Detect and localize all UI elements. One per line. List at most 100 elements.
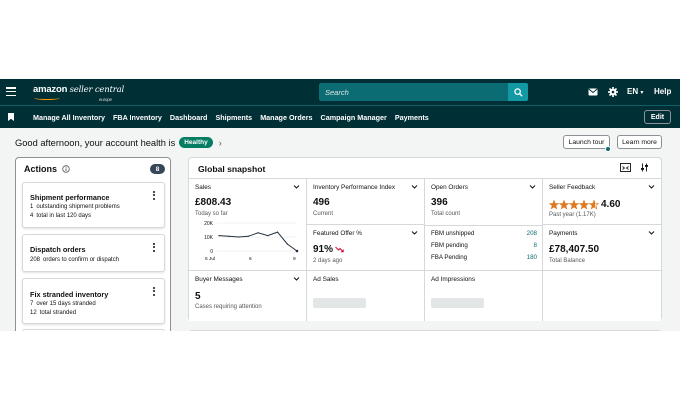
global-snapshot-panel: Global snapshot Sales £808.43 Today so f… — [188, 157, 662, 321]
launch-tour-button[interactable]: Launch tour — [563, 135, 610, 149]
chevron-down-icon[interactable] — [411, 183, 418, 190]
actions-panel: Actions 8 Shipment performance 1 outstand… — [15, 157, 171, 331]
line-count: 1 — [30, 204, 34, 210]
nav-item-payments[interactable]: Payments — [395, 113, 429, 122]
account-health-badge[interactable]: Healthy — [179, 137, 213, 148]
line-text: over 15 days stranded — [36, 301, 96, 307]
info-icon[interactable] — [62, 165, 70, 173]
top-bar: amazon seller central europe EN ▾ Help — [0, 79, 680, 105]
star-icon — [558, 199, 570, 210]
chevron-down-icon[interactable] — [293, 275, 300, 282]
sales-label: Sales — [195, 184, 211, 191]
star-icon — [568, 199, 580, 210]
nav-item-dashboard[interactable]: Dashboard — [170, 113, 208, 122]
action-card-title: Dispatch orders — [30, 245, 86, 254]
logo-sub: europe — [99, 97, 112, 102]
seller-feedback-card[interactable]: Seller Feedback 4.60 Past year (1.17K) — [543, 179, 661, 225]
actions-count-badge: 8 — [150, 164, 165, 174]
inventory-performance-index-card[interactable]: Inventory Performance Index 496 Current — [307, 179, 425, 225]
sales-point — [276, 231, 279, 233]
star-icon — [549, 199, 560, 210]
seller-central-logo[interactable]: amazon seller central europe — [33, 84, 124, 103]
row-label: FBM unshipped — [431, 230, 475, 237]
chevron-down-icon[interactable] — [529, 183, 536, 190]
y-tick-label: 10K — [204, 235, 214, 241]
sales-line-chart: 20K 10K 05 Jul 6 9 — [204, 221, 299, 262]
nav-item-fba-inventory[interactable]: FBA Inventory — [113, 113, 162, 122]
action-card-dispatch-orders[interactable]: Dispatch orders 208 orders to confirm or … — [22, 234, 165, 272]
open-orders-sub: Total count — [431, 211, 461, 217]
feedback-label: Seller Feedback — [549, 184, 596, 191]
search-input[interactable] — [319, 83, 508, 101]
edit-nav-button[interactable]: Edit — [644, 110, 671, 124]
row-value: 180 — [526, 254, 537, 261]
buyer-messages-sub: Cases requiring attention — [195, 304, 262, 310]
buyer-messages-card[interactable]: Buyer Messages 5 Cases requiring attenti… — [189, 271, 307, 321]
account-health-greeting: Good afternoon, your account health is H… — [15, 137, 222, 148]
chevron-right-icon[interactable]: › — [219, 138, 222, 148]
action-card-fix-stranded-inventory[interactable]: Fix stranded inventory 7 over 15 days str… — [22, 278, 165, 324]
nav-item-campaign-manager[interactable]: Campaign Manager — [321, 113, 387, 122]
gear-icon[interactable] — [608, 87, 618, 97]
language-selector[interactable]: EN ▾ — [627, 87, 643, 96]
ad-sales-card[interactable]: Ad Sales — [307, 271, 425, 321]
actions-title: Actions — [24, 164, 70, 174]
language-label: EN — [627, 87, 639, 96]
row-value: 208 — [526, 230, 537, 237]
chevron-down-icon[interactable] — [648, 183, 655, 190]
action-card-line: 1 outstanding shipment problems — [30, 204, 120, 210]
chevron-down-icon[interactable] — [648, 229, 655, 236]
learn-more-button[interactable]: Learn more — [617, 135, 662, 149]
open-orders-label: Open Orders — [431, 184, 468, 191]
nav-item-manage-all-inventory[interactable]: Manage All Inventory — [33, 113, 105, 122]
sales-series-line — [218, 231, 298, 252]
line-text: orders to confirm or dispatch — [43, 257, 120, 263]
more-options-icon[interactable] — [153, 287, 156, 297]
line-count: 4 — [30, 213, 34, 219]
action-card-title: Shipment performance — [30, 193, 110, 202]
featured-offer-label: Featured Offer % — [313, 230, 362, 237]
menu-icon[interactable] — [6, 87, 16, 97]
nav-bar: Manage All Inventory FBA Inventory Dashboa… — [0, 105, 680, 128]
settings-sliders-icon[interactable] — [640, 163, 649, 172]
greeting-text: Good afternoon, your account health is — [15, 137, 176, 148]
more-options-icon[interactable] — [153, 191, 156, 201]
open-orders-card[interactable]: Open Orders 396 Total count FBM unshippe… — [425, 179, 543, 271]
feedback-rating: 4.60 — [601, 199, 621, 210]
sales-point — [267, 235, 269, 237]
mail-icon[interactable] — [588, 88, 598, 96]
ad-impressions-card[interactable]: Ad Impressions — [425, 271, 543, 321]
ipi-label: Inventory Performance Index — [313, 184, 396, 191]
logo-main: amazon — [33, 84, 68, 95]
sales-point — [237, 236, 240, 238]
feedback-sub: Past year (1.17K) — [549, 212, 596, 218]
fba-pending-row[interactable]: FBA Pending 180 — [431, 254, 537, 261]
nav-item-shipments[interactable]: Shipments — [215, 113, 252, 122]
loading-placeholder — [431, 298, 484, 308]
sales-point — [247, 235, 249, 237]
payments-label: Payments — [549, 230, 578, 237]
featured-offer-card[interactable]: Featured Offer % 91% 2 days ago — [307, 225, 425, 271]
line-text: total in last 120 days — [36, 213, 92, 219]
ad-sales-label: Ad Sales — [313, 276, 339, 283]
action-card-partial[interactable] — [22, 329, 165, 331]
search-button[interactable] — [508, 83, 528, 101]
line-count: 12 — [30, 310, 37, 316]
more-options-icon[interactable] — [153, 243, 156, 253]
chevron-down-icon[interactable] — [293, 183, 300, 190]
action-card-shipment-performance[interactable]: Shipment performance 1 outstanding shipme… — [22, 182, 165, 228]
fbm-pending-row[interactable]: FBM pending 8 — [431, 242, 537, 249]
trend-down-icon — [335, 246, 344, 253]
sales-card[interactable]: Sales £808.43 Today so far 20K 10K 0 5 Jul 6… — [189, 179, 307, 271]
chevron-down-icon[interactable] — [411, 229, 418, 236]
bookmark-icon[interactable] — [8, 113, 14, 121]
star-icon — [588, 199, 599, 210]
sales-point — [257, 232, 259, 234]
help-link[interactable]: Help — [654, 87, 671, 96]
nav-item-manage-orders[interactable]: Manage Orders — [260, 113, 312, 122]
payments-card[interactable]: Payments £78,407.50 Total Balance — [543, 225, 661, 271]
search-icon — [513, 87, 523, 97]
x-tick-label: 5 Jul — [205, 256, 215, 262]
expand-view-icon[interactable] — [620, 163, 631, 172]
fbm-unshipped-row[interactable]: FBM unshipped 208 — [431, 230, 537, 237]
